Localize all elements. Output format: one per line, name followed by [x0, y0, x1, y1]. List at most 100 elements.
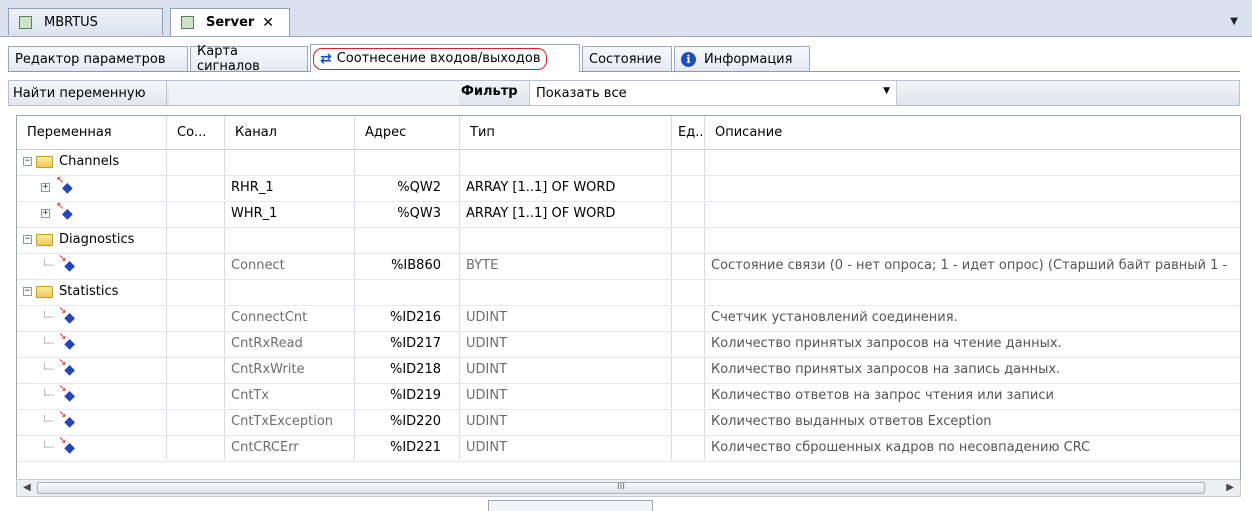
cell-unit	[672, 201, 705, 226]
horizontal-scrollbar[interactable]: ◀ III ▶	[16, 479, 1241, 497]
tab-label: Состояние	[589, 51, 662, 67]
folder-icon	[36, 233, 53, 246]
folder-label: Channels	[59, 154, 120, 169]
table-row[interactable]: └┄ ◆ ↘ CntRxRead %ID217 UDINT Количество приня…	[17, 331, 1240, 358]
close-icon[interactable]: ✕	[262, 15, 274, 31]
cell-unit	[672, 149, 705, 174]
cell-description	[705, 149, 1240, 174]
cell-type: UDINT	[460, 357, 672, 382]
tree-node: − Diagnostics	[23, 232, 134, 247]
cell-address: %QW3	[355, 201, 460, 226]
scroll-left-icon[interactable]: ◀	[23, 482, 31, 493]
tree-node: − Channels	[23, 154, 119, 169]
cell-type: UDINT	[460, 331, 672, 356]
tab-label: Информация	[704, 51, 793, 67]
collapse-icon[interactable]: −	[23, 287, 32, 296]
cell-address: %ID221	[355, 435, 460, 460]
cell-mapping	[167, 357, 225, 382]
tree-line-icon: └┄	[41, 415, 55, 428]
scrollbar-thumb[interactable]: III	[37, 482, 1205, 494]
cell-mapping	[167, 253, 225, 278]
device-icon	[181, 16, 194, 29]
tab-parameter-editor[interactable]: Редактор параметров	[8, 46, 188, 71]
tree-node: └┄ ◆ ↘	[23, 383, 76, 404]
cell-variable: └┄ ◆ ↘	[17, 409, 167, 434]
collapse-icon[interactable]: −	[23, 235, 32, 244]
tree-folder-row[interactable]: − Channels	[17, 149, 1240, 176]
column-header-channel[interactable]: Канал	[225, 116, 355, 148]
table-row[interactable]: + ◆ ↖ WHR_1 %QW3 ARRAY [1..1] OF WORD	[17, 201, 1240, 228]
table-row[interactable]: └┄ ◆ ↘ CntTx %ID219 UDINT Количество ответов н…	[17, 383, 1240, 410]
expand-icon[interactable]: +	[41, 209, 50, 218]
cell-address: %ID218	[355, 357, 460, 382]
cell-unit	[672, 279, 705, 304]
cell-variable: └┄ ◆ ↘	[17, 331, 167, 356]
cell-mapping	[167, 435, 225, 460]
cell-channel: CntCRCErr	[225, 435, 355, 460]
column-header-description[interactable]: Описание	[705, 116, 1240, 148]
tab-status[interactable]: Состояние	[582, 46, 672, 71]
table-row[interactable]: └┄ ◆ ↘ CntTxException %ID220 UDINT Количество …	[17, 409, 1240, 436]
column-header-unit[interactable]: Ед...	[672, 116, 705, 148]
cell-type: UDINT	[460, 305, 672, 330]
output-variable-icon: ◆ ↖	[56, 201, 73, 222]
table-row[interactable]: └┄ ◆ ↘ ConnectCnt %ID216 UDINT Счетчик установ…	[17, 305, 1240, 332]
cell-description	[705, 227, 1240, 252]
cell-variable: + ◆ ↖	[17, 201, 167, 226]
cell-variable: └┄ ◆ ↘	[17, 357, 167, 382]
column-header-type[interactable]: Тип	[460, 116, 672, 148]
expand-icon[interactable]: +	[41, 183, 50, 192]
cell-type: UDINT	[460, 383, 672, 408]
tree-folder-row[interactable]: − Diagnostics	[17, 227, 1240, 254]
cell-mapping	[167, 279, 225, 304]
filter-label: Фильтр	[461, 84, 518, 99]
filter-select[interactable]: Показать все ▼	[529, 81, 897, 105]
cell-type: ARRAY [1..1] OF WORD	[460, 175, 672, 200]
input-variable-icon: ◆ ↘	[58, 383, 76, 404]
cell-mapping	[167, 305, 225, 330]
table-row[interactable]: └┄ ◆ ↘ Connect %IB860 BYTE Состояние связи (0 …	[17, 253, 1240, 280]
tree-node: + ◆ ↖	[23, 175, 73, 196]
tab-io-mapping[interactable]: ⇄ Соотнесение входов/выходов	[310, 44, 580, 72]
cell-unit	[672, 331, 705, 356]
column-header-variable[interactable]: Переменная	[17, 116, 167, 148]
tree-folder-row[interactable]: − Statistics	[17, 279, 1240, 306]
column-header-address[interactable]: Адрес	[355, 116, 460, 148]
highlight-circle: ⇄ Соотнесение входов/выходов	[313, 47, 548, 70]
cell-channel: CntRxWrite	[225, 357, 355, 382]
table-row[interactable]: └┄ ◆ ↘ CntRxWrite %ID218 UDINT Количество прин…	[17, 357, 1240, 384]
find-variable-input[interactable]	[169, 81, 459, 105]
column-header-mapping[interactable]: Со...	[167, 116, 225, 148]
scroll-right-icon[interactable]: ▶	[1226, 482, 1234, 493]
cell-channel: CntTxException	[225, 409, 355, 434]
editor-tab-strip: Редактор параметров Карта сигналов ⇄ Соо…	[8, 38, 1240, 74]
cell-channel	[225, 279, 355, 304]
swap-arrows-icon: ⇄	[320, 50, 332, 67]
collapse-icon[interactable]: −	[23, 157, 32, 166]
tab-list-dropdown-icon[interactable]: ▼	[1230, 16, 1238, 27]
tab-information[interactable]: i Информация	[674, 46, 810, 71]
cell-mapping	[167, 149, 225, 174]
input-variable-icon: ◆ ↘	[58, 409, 76, 430]
tab-signal-map[interactable]: Карта сигналов	[190, 44, 308, 74]
info-icon: i	[681, 51, 696, 67]
cell-variable: − Channels	[17, 149, 167, 174]
table-row[interactable]: + ◆ ↖ RHR_1 %QW2 ARRAY [1..1] OF WORD	[17, 175, 1240, 202]
tree-node: └┄ ◆ ↘	[23, 435, 76, 456]
table-row[interactable]: └┄ ◆ ↘ CntCRCErr %ID221 UDINT Количество сброш…	[17, 435, 1240, 462]
input-variable-icon: ◆ ↘	[58, 253, 76, 274]
cell-variable: └┄ ◆ ↘	[17, 305, 167, 330]
cell-type: BYTE	[460, 253, 672, 278]
cell-description: Количество принятых запросов на чтение д…	[705, 331, 1240, 356]
cell-type: UDINT	[460, 409, 672, 434]
folder-label: Statistics	[59, 284, 119, 299]
doc-tab-label: Server	[206, 15, 255, 30]
find-variable-button[interactable]: Найти переменную	[9, 81, 167, 105]
bottom-panel-tab[interactable]	[488, 500, 653, 511]
input-variable-icon: ◆ ↘	[58, 435, 76, 456]
doc-tab-server[interactable]: Server ✕	[170, 8, 290, 36]
tree-node: + ◆ ↖	[23, 201, 73, 222]
doc-tab-mbrtus[interactable]: MBRTUS	[8, 8, 163, 35]
cell-variable: − Diagnostics	[17, 227, 167, 252]
cell-type: ARRAY [1..1] OF WORD	[460, 201, 672, 226]
